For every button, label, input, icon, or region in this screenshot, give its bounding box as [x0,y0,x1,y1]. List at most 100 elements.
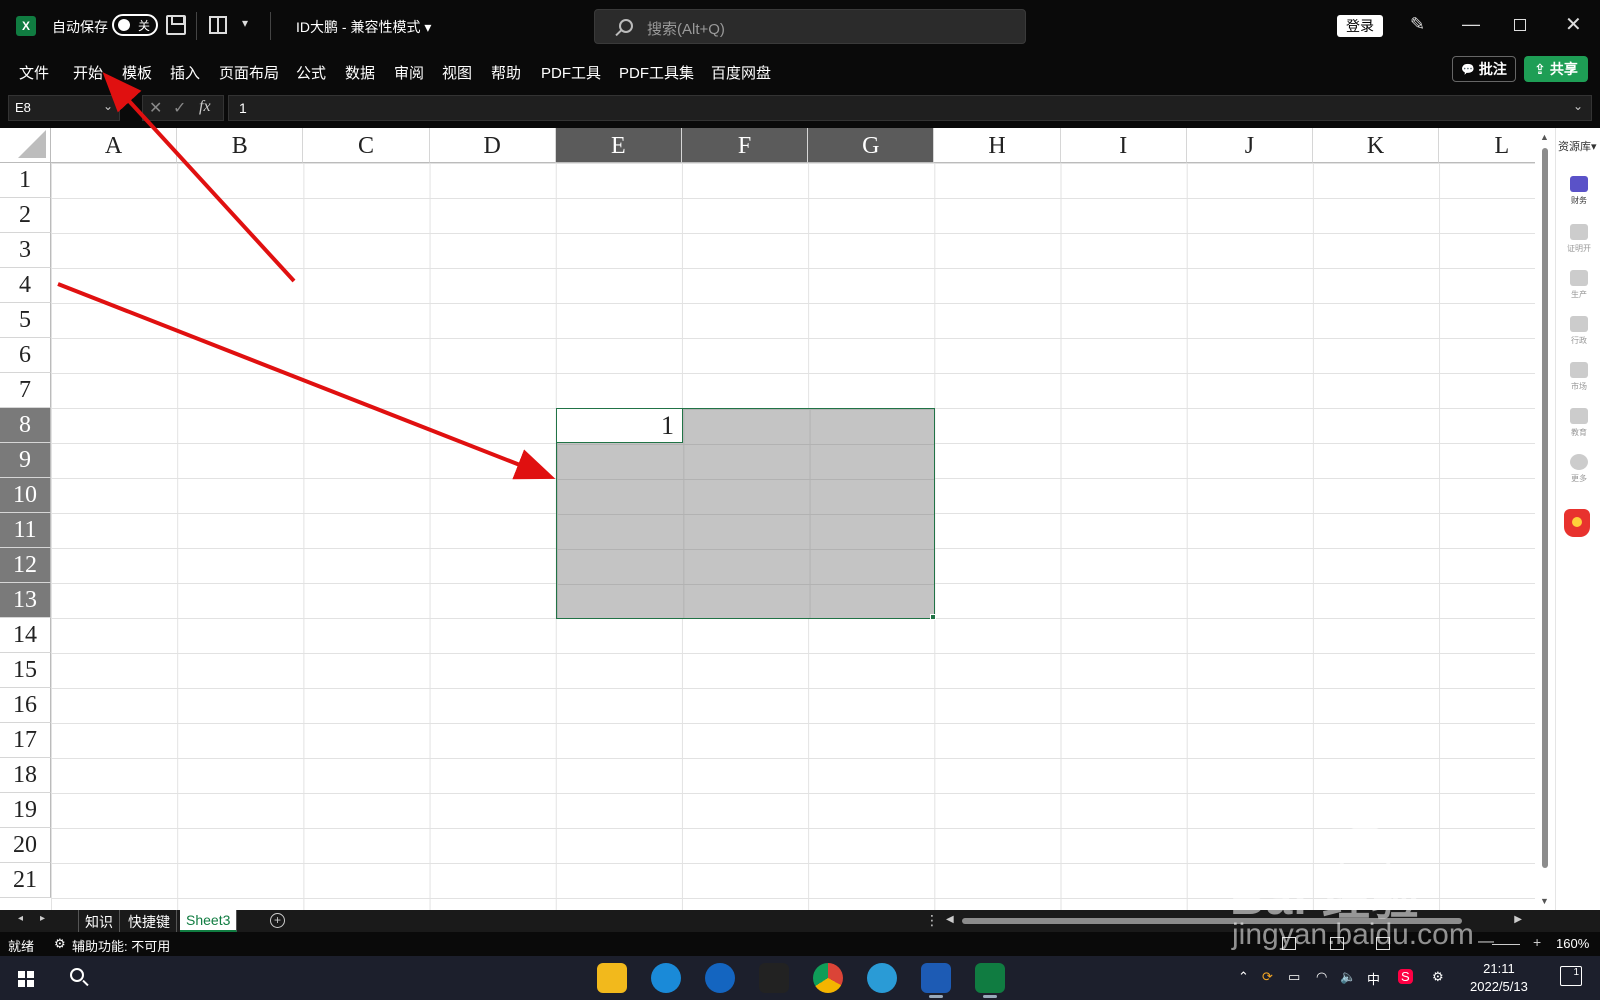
resource-item-certificate[interactable]: 证明开 [1561,224,1597,254]
word-icon[interactable] [921,963,951,998]
column-header-e[interactable]: E [555,128,682,163]
column-header-j[interactable]: J [1186,128,1313,163]
pen-icon[interactable]: ✎ [1410,14,1425,35]
name-box[interactable]: E8 ⌄ [8,95,120,121]
select-all-corner[interactable] [0,128,51,163]
tab-pdf-toolset[interactable]: PDF工具集 [619,62,694,83]
column-header-a[interactable]: A [51,128,178,163]
fill-handle[interactable] [930,614,936,620]
search-box[interactable]: 搜索(Alt+Q) [594,9,1026,44]
row-header-7[interactable]: 7 [0,373,51,408]
worksheet-grid[interactable]: ABCDEFGHIJKL 1 2 3 4 5 6 7 8 9 10 11 12 13 14 15 16 17 18… [0,128,1535,910]
tab-home[interactable]: 开始 [73,62,103,83]
save-icon[interactable] [166,15,186,35]
tab-pdf-tools[interactable]: PDF工具 [541,62,601,83]
resource-item-finance[interactable]: 财务 [1561,176,1597,206]
row-header-2[interactable]: 2 [0,198,51,233]
minimize-icon[interactable]: — [1462,14,1480,35]
scroll-thumb[interactable] [1542,148,1548,868]
row-header-17[interactable]: 17 [0,723,51,758]
fx-icon[interactable]: fx [199,98,211,116]
tray-chevron-icon[interactable]: ⌃ [1238,969,1249,985]
row-header-6[interactable]: 6 [0,338,51,373]
resource-item-production[interactable]: 生产 [1561,270,1597,300]
add-sheet-icon[interactable]: + [270,913,285,928]
close-icon[interactable]: ✕ [1565,12,1582,37]
login-button[interactable]: 登录 [1337,15,1383,37]
zoom-slider[interactable] [1492,944,1520,945]
tab-template[interactable]: 模板 [122,62,152,83]
row-header-8[interactable]: 8 [0,408,51,443]
column-header-g[interactable]: G [808,128,935,163]
windows-start-icon[interactable] [18,971,34,987]
sheet-tab-sheet3[interactable]: Sheet3 [180,910,238,932]
column-header-c[interactable]: C [303,128,430,163]
vertical-scrollbar[interactable]: ▲ ▼ [1535,128,1555,910]
restore-icon[interactable] [1514,19,1526,31]
share-button[interactable]: ⇪ 共享 [1524,56,1588,82]
excel-taskbar-icon[interactable] [975,963,1005,998]
sync-icon[interactable]: ⟳ [1262,969,1273,985]
column-header-i[interactable]: I [1060,128,1187,163]
zoom-in-icon[interactable]: + [1533,934,1541,950]
row-header-19[interactable]: 19 [0,793,51,828]
row-header-21[interactable]: 21 [0,863,51,898]
sheet-tab-knowledge[interactable]: 知识 [78,910,120,932]
tab-data[interactable]: 数据 [345,62,375,83]
column-header-f[interactable]: F [682,128,809,163]
scroll-down-icon[interactable]: ▼ [1540,896,1549,906]
row-header-5[interactable]: 5 [0,303,51,338]
row-header-12[interactable]: 12 [0,548,51,583]
quick-access-dropdown-icon[interactable]: ▾ [242,16,248,30]
sheet-tab-shortcuts[interactable]: 快捷键 [122,910,177,932]
resource-item-education[interactable]: 教育 [1561,408,1597,438]
ie-browser-icon[interactable] [651,963,681,993]
row-header-4[interactable]: 4 [0,268,51,303]
row-header-1[interactable]: 1 [0,163,51,198]
resource-panel-title[interactable]: 资源库▾ [1558,138,1597,154]
column-header-k[interactable]: K [1313,128,1440,163]
taskbar-clock[interactable]: 21:11 2022/5/13 [1470,960,1528,996]
wifi-icon[interactable]: ◠ [1316,969,1327,985]
active-cell-e8[interactable]: 1 [556,408,683,443]
sogou-icon[interactable]: S [1398,969,1413,984]
scroll-up-icon[interactable]: ▲ [1540,132,1549,142]
row-header-18[interactable]: 18 [0,758,51,793]
qq-icon[interactable] [759,963,789,993]
layout-icon[interactable] [209,16,227,34]
scroll-right-icon[interactable]: ▶ [1514,914,1522,925]
tab-baidu-netdisk[interactable]: 百度网盘 [711,62,771,83]
tab-view[interactable]: 视图 [442,62,472,83]
zoom-level[interactable]: 160% [1556,936,1589,951]
more-options-icon[interactable]: ⋮ [925,912,939,929]
comment-button[interactable]: 💬 批注 [1452,56,1516,82]
document-title[interactable]: ID大鹏 - 兼容性模式 ▾ [296,17,431,37]
row-header-20[interactable]: 20 [0,828,51,863]
taskbar-search-icon[interactable] [70,968,84,982]
next-sheet-icon[interactable]: ▸ [40,913,45,924]
resource-item-more[interactable]: 更多 [1561,454,1597,484]
cancel-icon[interactable]: ✕ [149,98,162,118]
file-explorer-icon[interactable] [597,963,627,993]
chrome-icon[interactable] [813,963,843,993]
row-header-3[interactable]: 3 [0,233,51,268]
tab-insert[interactable]: 插入 [170,62,200,83]
resource-item-market[interactable]: 市场 [1561,362,1597,392]
battery-icon[interactable]: ▭ [1288,969,1300,985]
prev-sheet-icon[interactable]: ◂ [18,913,23,924]
qq-browser-icon[interactable] [705,963,735,993]
resource-item-admin[interactable]: 行政 [1561,316,1597,346]
column-header-l[interactable]: L [1439,128,1535,163]
row-header-9[interactable]: 9 [0,443,51,478]
row-header-16[interactable]: 16 [0,688,51,723]
red-packet-icon[interactable] [1564,509,1590,537]
tab-review[interactable]: 审阅 [394,62,424,83]
row-header-14[interactable]: 14 [0,618,51,653]
accessibility-status[interactable]: 辅助功能: 不可用 [72,936,170,955]
tab-file[interactable]: 文件 [19,62,49,83]
zoom-out-icon[interactable]: — [1478,933,1494,951]
chevron-down-icon[interactable]: ⌄ [103,99,113,113]
volume-icon[interactable]: 🔈 [1340,969,1356,985]
row-header-13[interactable]: 13 [0,583,51,618]
expand-formula-icon[interactable]: ⌄ [1573,99,1583,113]
